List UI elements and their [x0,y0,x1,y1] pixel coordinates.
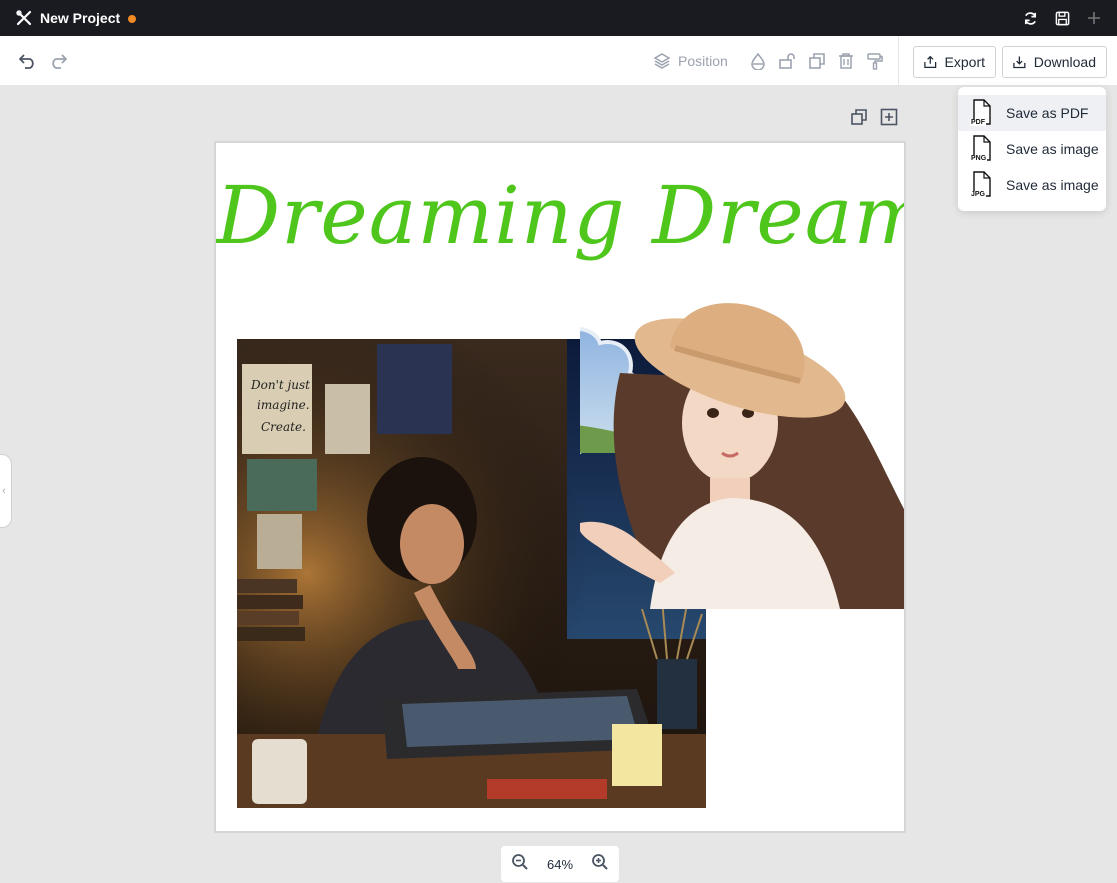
export-label: Export [944,54,985,70]
undo-icon[interactable] [18,52,38,75]
add-page-icon[interactable] [880,108,898,131]
design-page[interactable]: Dreaming Dreamer! [214,141,906,833]
menu-item-label: Save as image [1006,177,1099,193]
position-button[interactable]: Position [678,53,728,69]
download-icon [1013,56,1026,69]
paint-roller-icon[interactable] [866,52,884,70]
download-button[interactable]: Download [1002,46,1107,78]
export-icon [924,55,937,68]
pdf-badge: PDF [970,119,986,126]
zoom-value: 64% [546,856,574,872]
download-label: Download [1033,54,1096,70]
unsaved-indicator [128,14,137,23]
menu-item-label: Save as PDF [1006,105,1089,121]
headline-text[interactable]: Dreaming Dreamer! [216,169,904,262]
duplicate-icon[interactable] [808,52,826,70]
sidebar-collapse-tab[interactable]: ‹ [0,454,12,528]
png-badge: PNG [970,155,988,162]
svg-text:Create.: Create. [261,420,306,434]
toolbar-divider [898,36,899,86]
unlock-icon[interactable] [778,52,796,70]
copy-page-icon[interactable] [850,108,868,131]
sync-icon[interactable] [1021,9,1039,27]
element-tools: Position [653,50,896,72]
save-icon[interactable] [1053,9,1071,27]
chevron-left-icon: ‹ [2,485,6,497]
layers-icon [653,52,671,70]
pdf-file-icon: PDF [970,99,994,127]
png-file-icon: PNG [970,135,994,163]
menu-item-save-png[interactable]: PNG Save as image [958,131,1106,167]
jpg-file-icon: JPG [970,171,994,199]
toolbar: Position Export Download [0,36,1117,86]
zoom-control: 64% [501,846,619,882]
download-menu: PDF Save as PDF PNG Save as image JPG Sa… [958,87,1106,211]
menu-item-save-pdf[interactable]: PDF Save as PDF [958,95,1106,131]
opacity-icon[interactable] [750,52,766,70]
svg-text:imagine.: imagine. [257,398,310,412]
tools-icon [16,10,32,26]
zoom-in-icon[interactable] [591,853,609,876]
canvas-tools [850,108,898,131]
zoom-out-icon[interactable] [511,853,529,876]
title-bar: New Project [0,0,1117,36]
plus-icon[interactable] [1085,9,1103,27]
hat-girl-image[interactable] [580,293,904,609]
menu-item-save-jpg[interactable]: JPG Save as image [958,167,1106,203]
project-title: New Project [40,10,121,26]
jpg-badge: JPG [970,191,987,198]
export-button[interactable]: Export [913,46,996,78]
menu-item-label: Save as image [1006,141,1099,157]
svg-text:Don't just: Don't just [250,378,310,392]
redo-icon[interactable] [48,52,68,75]
delete-icon[interactable] [838,52,854,70]
